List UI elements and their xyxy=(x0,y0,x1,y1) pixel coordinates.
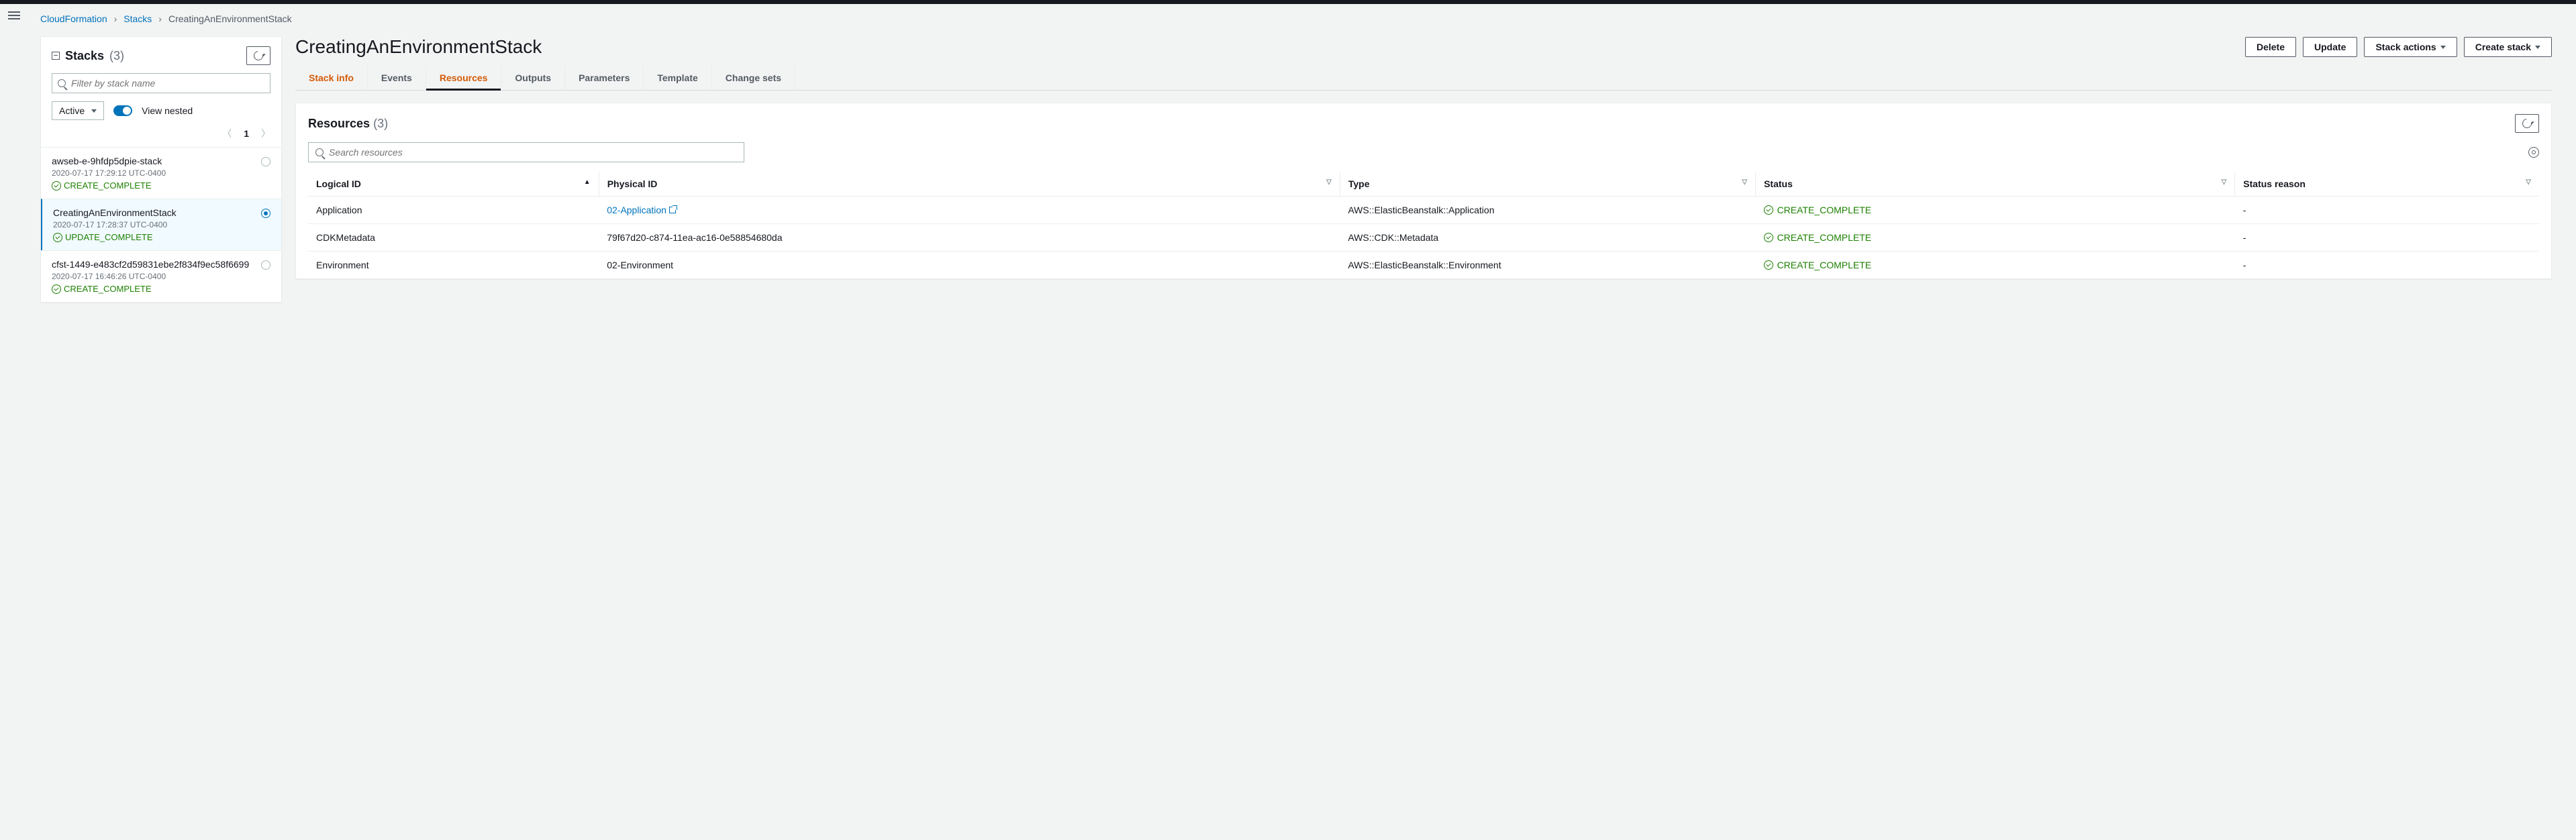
col-type[interactable]: Type▽ xyxy=(1340,172,1755,197)
tab-parameters[interactable]: Parameters xyxy=(565,66,644,90)
tab-outputs[interactable]: Outputs xyxy=(501,66,565,90)
stack-status: CREATE_COMPLETE xyxy=(52,284,270,294)
resources-search-input[interactable] xyxy=(329,147,737,158)
stack-item[interactable]: CreatingAnEnvironmentStack 2020-07-17 17:… xyxy=(41,199,281,250)
status-filter-label: Active xyxy=(59,105,85,116)
resource-row: CDKMetadata 79f67d20-c874-11ea-ac16-0e588… xyxy=(308,224,2539,252)
page-title: CreatingAnEnvironmentStack xyxy=(295,36,542,58)
stack-name: awseb-e-9hfdp5dpie-stack xyxy=(52,156,270,166)
check-circle-icon xyxy=(53,233,62,242)
refresh-button[interactable] xyxy=(246,46,270,65)
resource-row: Application 02-Application AWS::ElasticBe… xyxy=(308,197,2539,224)
external-link-icon xyxy=(669,207,676,213)
cell-status: CREATE_COMPLETE xyxy=(1764,260,2227,270)
check-circle-icon xyxy=(1764,205,1773,215)
tab-change-sets[interactable]: Change sets xyxy=(712,66,795,90)
col-physical-id[interactable]: Physical ID▽ xyxy=(599,172,1340,197)
tab-events[interactable]: Events xyxy=(368,66,426,90)
create-stack-label: Create stack xyxy=(2475,42,2531,52)
stack-timestamp: 2020-07-17 17:29:12 UTC-0400 xyxy=(52,168,270,178)
cell-type: AWS::ElasticBeanstalk::Environment xyxy=(1340,252,1755,279)
stack-actions-label: Stack actions xyxy=(2375,42,2436,52)
stack-timestamp: 2020-07-17 17:28:37 UTC-0400 xyxy=(53,220,270,229)
stack-name: CreatingAnEnvironmentStack xyxy=(53,207,270,218)
resources-search-wrap[interactable] xyxy=(308,142,744,162)
breadcrumb: CloudFormation › Stacks › CreatingAnEnvi… xyxy=(40,13,2552,24)
stack-name: cfst-1449-e483cf2d59831ebe2f834f9ec58f66… xyxy=(52,259,270,270)
stack-radio[interactable] xyxy=(261,209,270,218)
stack-radio[interactable] xyxy=(261,157,270,166)
stacks-title: Stacks xyxy=(65,49,104,63)
search-icon xyxy=(58,79,66,87)
physical-id-link[interactable]: 02-Application xyxy=(607,205,676,215)
cell-status: CREATE_COMPLETE xyxy=(1764,205,2227,215)
col-status[interactable]: Status▽ xyxy=(1756,172,2235,197)
status-filter-select[interactable]: Active xyxy=(52,101,104,120)
delete-button[interactable]: Delete xyxy=(2245,37,2296,57)
stack-item[interactable]: cfst-1449-e483cf2d59831ebe2f834f9ec58f66… xyxy=(41,250,281,302)
check-circle-icon xyxy=(1764,260,1773,270)
resources-count: (3) xyxy=(373,117,388,130)
caret-down-icon xyxy=(2535,46,2540,49)
chevron-right-icon: › xyxy=(114,13,117,24)
stack-status: UPDATE_COMPLETE xyxy=(53,232,270,242)
refresh-icon xyxy=(2520,117,2533,129)
search-icon xyxy=(315,148,324,156)
refresh-icon xyxy=(252,49,264,62)
stack-filter-input[interactable] xyxy=(71,78,264,89)
collapse-icon[interactable] xyxy=(52,52,60,60)
resources-title: Resources xyxy=(308,117,370,130)
cell-status: CREATE_COMPLETE xyxy=(1764,232,2227,243)
cell-logical-id: Application xyxy=(308,197,599,224)
view-nested-label: View nested xyxy=(142,105,193,116)
view-nested-toggle[interactable] xyxy=(113,105,132,116)
breadcrumb-current: CreatingAnEnvironmentStack xyxy=(168,13,292,24)
cell-logical-id: Environment xyxy=(308,252,599,279)
check-circle-icon xyxy=(52,181,61,191)
stacks-count: (3) xyxy=(109,49,124,63)
update-button[interactable]: Update xyxy=(2303,37,2357,57)
caret-down-icon xyxy=(2440,46,2446,49)
stacks-panel: Stacks (3) Active View nested xyxy=(40,36,282,303)
page-prev[interactable]: 〈 xyxy=(222,127,232,140)
page-next[interactable]: 〉 xyxy=(261,127,270,140)
create-stack-button[interactable]: Create stack xyxy=(2464,37,2552,57)
stack-actions-button[interactable]: Stack actions xyxy=(2364,37,2457,57)
physical-id: 79f67d20-c874-11ea-ac16-0e58854680da xyxy=(607,232,782,243)
col-status-reason[interactable]: Status reason▽ xyxy=(2235,172,2539,197)
cell-type: AWS::CDK::Metadata xyxy=(1340,224,1755,252)
page-number: 1 xyxy=(244,128,249,139)
chevron-right-icon: › xyxy=(158,13,162,24)
cell-type: AWS::ElasticBeanstalk::Application xyxy=(1340,197,1755,224)
cell-logical-id: CDKMetadata xyxy=(308,224,599,252)
stack-status: CREATE_COMPLETE xyxy=(52,180,270,191)
gear-icon[interactable] xyxy=(2528,147,2539,158)
cell-status-reason: - xyxy=(2235,252,2539,279)
caret-down-icon xyxy=(91,109,97,113)
stack-item[interactable]: awseb-e-9hfdp5dpie-stack 2020-07-17 17:29… xyxy=(41,147,281,199)
menu-toggle[interactable] xyxy=(8,9,20,21)
check-circle-icon xyxy=(1764,233,1773,242)
col-logical-id[interactable]: Logical ID▲ xyxy=(308,172,599,197)
check-circle-icon xyxy=(52,284,61,294)
cell-status-reason: - xyxy=(2235,197,2539,224)
resources-refresh-button[interactable] xyxy=(2515,114,2539,133)
cell-status-reason: - xyxy=(2235,224,2539,252)
tab-resources[interactable]: Resources xyxy=(426,66,502,90)
breadcrumb-stacks[interactable]: Stacks xyxy=(123,13,152,24)
stack-filter-input-wrap[interactable] xyxy=(52,73,270,93)
physical-id: 02-Environment xyxy=(607,260,673,270)
breadcrumb-root[interactable]: CloudFormation xyxy=(40,13,107,24)
resource-row: Environment 02-Environment AWS::ElasticBea… xyxy=(308,252,2539,279)
tab-stack-info[interactable]: Stack info xyxy=(295,66,368,90)
tab-template[interactable]: Template xyxy=(644,66,711,90)
stack-radio[interactable] xyxy=(261,260,270,270)
stack-timestamp: 2020-07-17 16:46:26 UTC-0400 xyxy=(52,272,270,281)
